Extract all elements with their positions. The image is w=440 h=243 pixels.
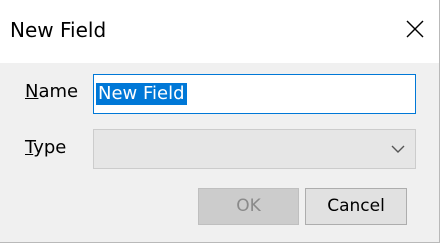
new-field-dialog: New Field Name New Field Type OK Cancel — [0, 0, 440, 243]
type-select[interactable] — [93, 129, 416, 169]
ok-button[interactable]: OK — [198, 188, 299, 225]
chevron-down-icon — [391, 145, 405, 153]
close-button[interactable] — [400, 14, 430, 44]
name-label: Name — [25, 81, 78, 102]
dialog-body: Name New Field Type OK Cancel — [0, 63, 439, 242]
close-icon — [406, 20, 424, 38]
type-label: Type — [25, 137, 66, 158]
dialog-title: New Field — [10, 18, 107, 42]
type-label-accelerator: T — [25, 137, 34, 158]
name-input[interactable]: New Field — [93, 74, 416, 114]
title-bar: New Field — [0, 0, 439, 63]
cancel-button[interactable]: Cancel — [305, 188, 407, 225]
name-input-value: New Field — [96, 83, 187, 105]
name-label-accelerator: N — [25, 81, 39, 102]
type-label-text: ype — [33, 137, 67, 158]
name-label-text: ame — [38, 81, 79, 102]
